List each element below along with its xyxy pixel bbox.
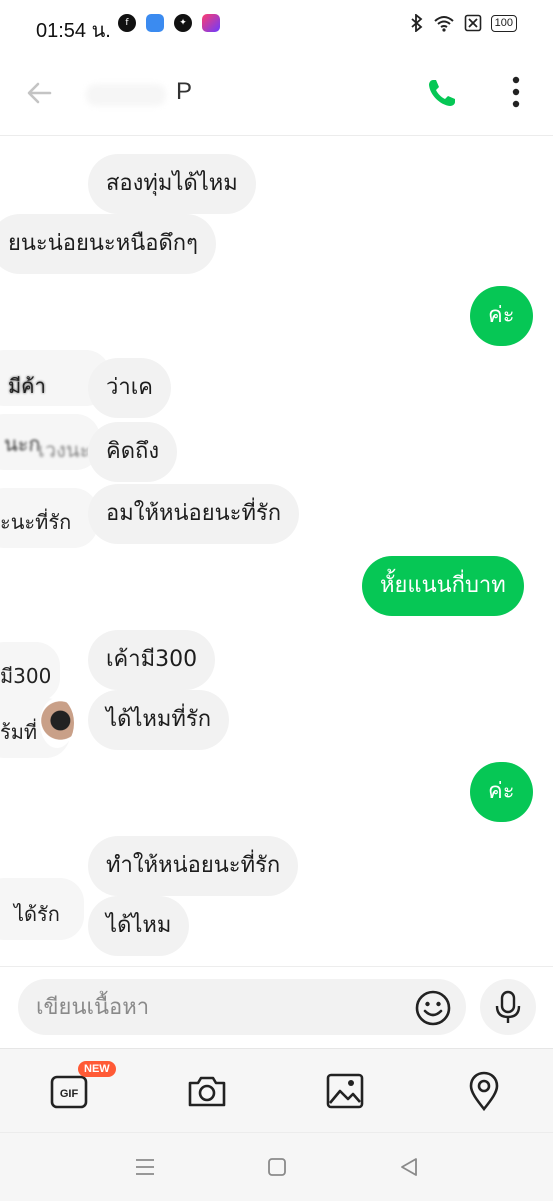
ghost-text: ได้รัก	[14, 902, 60, 926]
battery-indicator: 100	[490, 14, 517, 32]
message-incoming[interactable]: คิดถึง	[88, 422, 178, 482]
ghost-text-overlay: มีค้า	[8, 374, 46, 398]
bluetooth-icon	[411, 14, 423, 32]
message-incoming[interactable]: เค้ามี300	[88, 630, 216, 690]
facebook-icon: f	[118, 14, 136, 32]
system-navigation-bar	[0, 1132, 553, 1201]
location-icon[interactable]	[462, 1069, 506, 1113]
composer-bar	[0, 966, 553, 1049]
ghost-text: เวงนะ	[38, 438, 91, 462]
emoji-icon[interactable]	[414, 989, 452, 1027]
ghost-text: มี300	[0, 664, 52, 688]
message-input[interactable]	[18, 979, 466, 1035]
image-icon[interactable]	[323, 1069, 367, 1113]
camera-icon[interactable]	[185, 1069, 229, 1113]
message-incoming[interactable]: ได้ไหมที่รัก	[88, 690, 230, 750]
message-incoming[interactable]: สองทุ่มได้ไหม	[88, 154, 256, 214]
app-notification-icon	[146, 14, 164, 32]
sim-off-icon	[464, 14, 481, 32]
ghost-text: ะนะที่รัก	[0, 510, 72, 534]
message-list[interactable]: มีค้า นะก เวงนะ ะนะที่รัก มี300 ร้มที่ ไ…	[0, 136, 553, 966]
ghost-text: นะก	[4, 432, 41, 456]
chat-header: P	[0, 50, 553, 136]
attachment-bar: GIF NEW	[0, 1048, 553, 1133]
wifi-icon	[433, 16, 454, 32]
new-badge: NEW	[78, 1061, 116, 1077]
contact-name[interactable]: P	[176, 78, 192, 106]
message-incoming[interactable]: ได้ไหม	[88, 896, 190, 956]
message-outgoing[interactable]: ค่ะ	[470, 762, 533, 822]
message-incoming[interactable]: ทำให้หน่อยนะที่รัก	[88, 836, 299, 896]
back-arrow-icon[interactable]	[24, 78, 54, 108]
gif-label: GIF	[60, 1088, 79, 1100]
status-time: 01:54 น.	[36, 20, 111, 42]
message-outgoing[interactable]: ค่ะ	[470, 286, 533, 346]
message-incoming[interactable]: ยนะน่อยนะหนือดึกๆ	[0, 214, 216, 274]
home-icon[interactable]	[265, 1155, 289, 1179]
message-outgoing[interactable]: หั้ยแนนกี่บาท	[362, 556, 524, 616]
notification-icons: f ✦	[118, 14, 220, 32]
ghost-text: ร้มที่	[0, 720, 38, 744]
microphone-button[interactable]	[480, 979, 536, 1035]
status-bar: 01:54 น. f ✦ 100	[0, 0, 553, 50]
microphone-icon	[495, 990, 521, 1023]
back-icon[interactable]	[397, 1155, 421, 1179]
more-vertical-icon[interactable]	[508, 74, 524, 110]
message-incoming[interactable]: อมให้หน่อยนะที่รัก	[88, 484, 300, 544]
phone-icon[interactable]	[426, 77, 458, 109]
avatar[interactable]	[40, 698, 74, 748]
app-notification-icon-3	[202, 14, 220, 32]
app-notification-icon-2: ✦	[174, 14, 192, 32]
contact-name-redaction	[86, 84, 166, 106]
system-status-icons: 100	[410, 14, 517, 32]
recent-apps-icon[interactable]	[133, 1155, 157, 1179]
message-incoming[interactable]: ว่าเค	[88, 358, 171, 418]
